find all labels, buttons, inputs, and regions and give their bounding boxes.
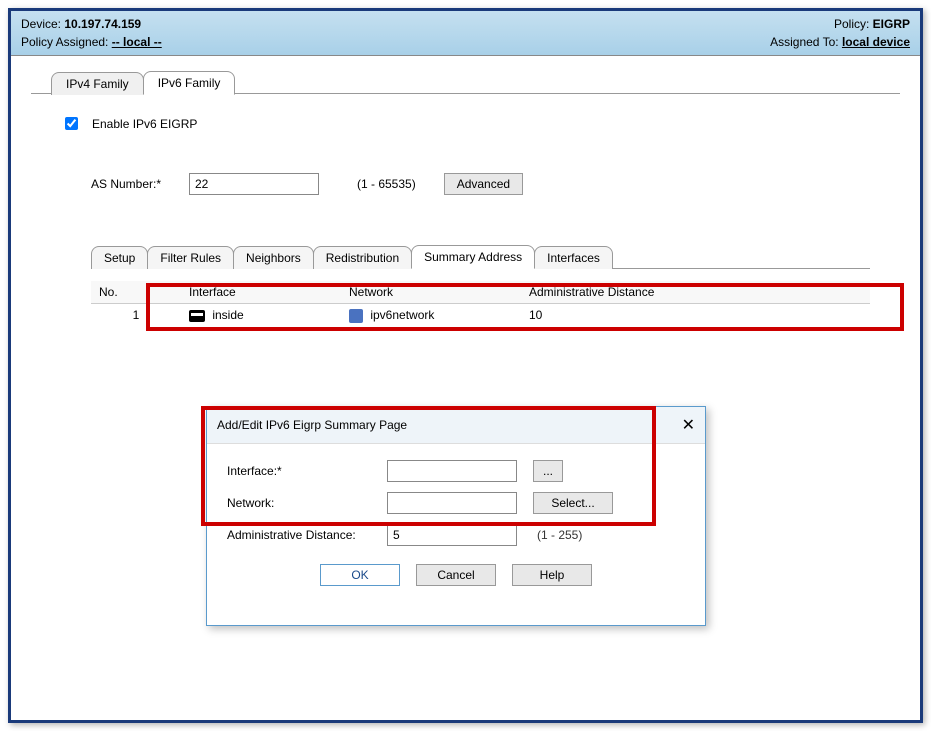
col-no: No.	[91, 281, 181, 304]
cell-network-text: ipv6network	[370, 308, 434, 322]
window-frame: Device: 10.197.74.159 Policy Assigned: -…	[8, 8, 923, 723]
policy-assigned-link[interactable]: -- local --	[112, 35, 162, 49]
as-number-label: AS Number:*	[91, 177, 181, 191]
cell-admin-dist: 10	[521, 304, 870, 327]
dialog-interface-input[interactable]	[387, 460, 517, 482]
col-network: Network	[341, 281, 521, 304]
nic-icon	[189, 310, 205, 322]
add-edit-summary-dialog: Add/Edit IPv6 Eigrp Summary Page ✕ Inter…	[206, 406, 706, 626]
dialog-title: Add/Edit IPv6 Eigrp Summary Page	[217, 418, 407, 432]
subtab-row: Setup Filter Rules Neighbors Redistribut…	[91, 245, 870, 269]
dialog-network-label: Network:	[227, 496, 387, 510]
header-left: Device: 10.197.74.159 Policy Assigned: -…	[21, 15, 162, 51]
cell-network: ipv6network	[341, 304, 521, 327]
subtab-filter-rules[interactable]: Filter Rules	[147, 246, 234, 269]
device-value: 10.197.74.159	[64, 17, 141, 31]
content-area: IPv4 Family IPv6 Family Enable IPv6 EIGR…	[11, 56, 920, 720]
assigned-to-link[interactable]: local device	[842, 35, 910, 49]
dialog-admin-dist-hint: (1 - 255)	[537, 528, 582, 542]
cell-no: 1	[91, 304, 181, 327]
subtab-interfaces[interactable]: Interfaces	[534, 246, 613, 269]
dialog-interface-row: Interface:* ...	[227, 460, 685, 482]
header-bar: Device: 10.197.74.159 Policy Assigned: -…	[11, 11, 920, 56]
enable-ipv6-eigrp-checkbox[interactable]	[65, 117, 78, 130]
close-icon[interactable]: ✕	[682, 415, 695, 435]
enable-row: Enable IPv6 EIGRP	[61, 114, 870, 133]
subtab-section: Setup Filter Rules Neighbors Redistribut…	[31, 245, 900, 269]
dialog-interface-label: Interface:*	[227, 464, 387, 478]
dialog-network-input[interactable]	[387, 492, 517, 514]
help-button[interactable]: Help	[512, 564, 592, 586]
enable-ipv6-eigrp-label: Enable IPv6 EIGRP	[92, 117, 197, 131]
as-number-input[interactable]	[189, 173, 319, 195]
dialog-admin-dist-label: Administrative Distance:	[227, 528, 387, 542]
policy-assigned-label: Policy Assigned:	[21, 35, 108, 49]
dialog-body: Interface:* ... Network: Select... Admin…	[207, 444, 705, 602]
as-number-hint: (1 - 65535)	[357, 177, 416, 191]
dialog-button-row: OK Cancel Help	[227, 564, 685, 586]
cancel-button[interactable]: Cancel	[416, 564, 496, 586]
advanced-button[interactable]: Advanced	[444, 173, 523, 195]
as-number-row: AS Number:* (1 - 65535) Advanced	[91, 173, 870, 195]
outer-tab-row: IPv4 Family IPv6 Family	[51, 70, 900, 94]
subtab-neighbors[interactable]: Neighbors	[233, 246, 314, 269]
select-button[interactable]: Select...	[533, 492, 613, 514]
subtab-summary-address[interactable]: Summary Address	[411, 245, 535, 269]
dialog-network-row: Network: Select...	[227, 492, 685, 514]
subtab-redistribution[interactable]: Redistribution	[313, 246, 412, 269]
cell-interface-text: inside	[212, 308, 243, 322]
table-row[interactable]: 1 inside ipv6network 10	[91, 304, 870, 327]
tab-ipv4-family[interactable]: IPv4 Family	[51, 72, 144, 95]
summary-table: No. Interface Network Administrative Dis…	[91, 281, 870, 327]
dialog-header: Add/Edit IPv6 Eigrp Summary Page ✕	[207, 407, 705, 444]
col-admin-dist: Administrative Distance	[521, 281, 870, 304]
network-icon	[349, 309, 363, 323]
browse-button[interactable]: ...	[533, 460, 563, 482]
ipv6-form: Enable IPv6 EIGRP AS Number:* (1 - 65535…	[31, 94, 900, 205]
subtab-setup[interactable]: Setup	[91, 246, 148, 269]
col-interface: Interface	[181, 281, 341, 304]
assigned-to-label: Assigned To:	[770, 35, 839, 49]
summary-table-area: No. Interface Network Administrative Dis…	[91, 281, 870, 327]
policy-label: Policy:	[834, 17, 869, 31]
header-right: Policy: EIGRP Assigned To: local device	[770, 15, 910, 51]
cell-interface: inside	[181, 304, 341, 327]
tab-ipv6-family[interactable]: IPv6 Family	[143, 71, 236, 95]
dialog-admin-dist-input[interactable]	[387, 524, 517, 546]
device-label: Device:	[21, 17, 61, 31]
ok-button[interactable]: OK	[320, 564, 400, 586]
policy-value: EIGRP	[873, 17, 910, 31]
dialog-admin-dist-row: Administrative Distance: (1 - 255)	[227, 524, 685, 546]
